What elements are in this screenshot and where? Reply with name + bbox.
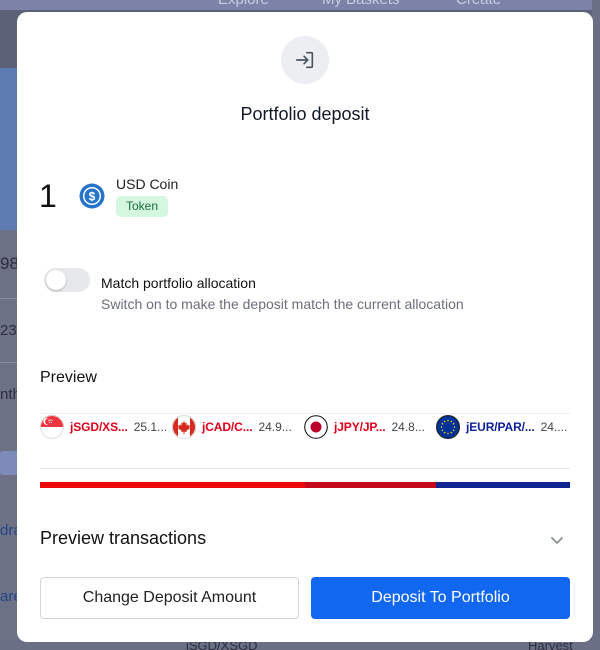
- chevron-down-icon[interactable]: [549, 532, 565, 548]
- japan-flag-icon: [304, 415, 328, 439]
- deposit-modal: Portfolio deposit 1 $ USD Coin Token Mat…: [17, 12, 593, 642]
- preview-transactions-label[interactable]: Preview transactions: [40, 528, 206, 549]
- divider: [40, 468, 570, 469]
- toggle-knob: [46, 270, 66, 290]
- preview-value: 24....: [540, 420, 568, 434]
- canada-flag-icon: [172, 415, 196, 439]
- svg-text:$: $: [89, 189, 96, 203]
- preview-item: jCAD/C... 24.9...: [172, 414, 292, 440]
- preview-item: jSGD/XS... 25.1...: [40, 414, 167, 440]
- preview-value: 25.1...: [133, 420, 168, 434]
- background-right-strip: [592, 0, 600, 650]
- singapore-flag-icon: [40, 415, 64, 439]
- preview-heading: Preview: [40, 369, 97, 386]
- deposit-arrow-icon: [281, 36, 329, 84]
- match-allocation-toggle[interactable]: [44, 268, 90, 292]
- toggle-description: Switch on to make the deposit match the …: [101, 296, 464, 312]
- bg-chip: [0, 451, 18, 475]
- eu-flag-icon: [436, 415, 460, 439]
- preview-list: jSGD/XS... 25.1... jCAD/C... 24.9... jJP…: [40, 414, 570, 440]
- token-badge: Token: [116, 196, 169, 217]
- allocation-segment: [40, 482, 174, 488]
- preview-symbol: jJPY/JP...: [334, 420, 386, 434]
- change-deposit-amount-button[interactable]: Change Deposit Amount: [40, 577, 299, 619]
- preview-symbol: jSGD/XS...: [70, 420, 128, 434]
- preview-item: jEUR/PAR/... 24....: [436, 414, 567, 440]
- allocation-segment: [304, 482, 437, 488]
- modal-title: Portfolio deposit: [240, 104, 370, 124]
- deposit-amount: 1: [39, 178, 57, 214]
- toggle-title: Match portfolio allocation: [101, 275, 256, 291]
- usd-coin-icon: $: [79, 183, 105, 209]
- preview-value: 24.8...: [391, 420, 425, 434]
- allocation-segment: [436, 482, 570, 488]
- nav-my-baskets: My Baskets: [322, 0, 400, 8]
- deposit-to-portfolio-button[interactable]: Deposit To Portfolio: [311, 577, 570, 619]
- preview-symbol: jCAD/C...: [202, 420, 253, 434]
- nav-create: Create: [456, 0, 501, 8]
- allocation-bar: [40, 482, 570, 488]
- preview-symbol: jEUR/PAR/...: [466, 420, 535, 434]
- coin-name: USD Coin: [116, 176, 179, 192]
- preview-value: 24.9...: [258, 420, 292, 434]
- preview-item: jJPY/JP... 24.8...: [304, 414, 425, 440]
- allocation-segment: [173, 482, 305, 488]
- nav-explore: Explore: [218, 0, 269, 8]
- background-nav: Explore My Baskets Create: [0, 0, 600, 10]
